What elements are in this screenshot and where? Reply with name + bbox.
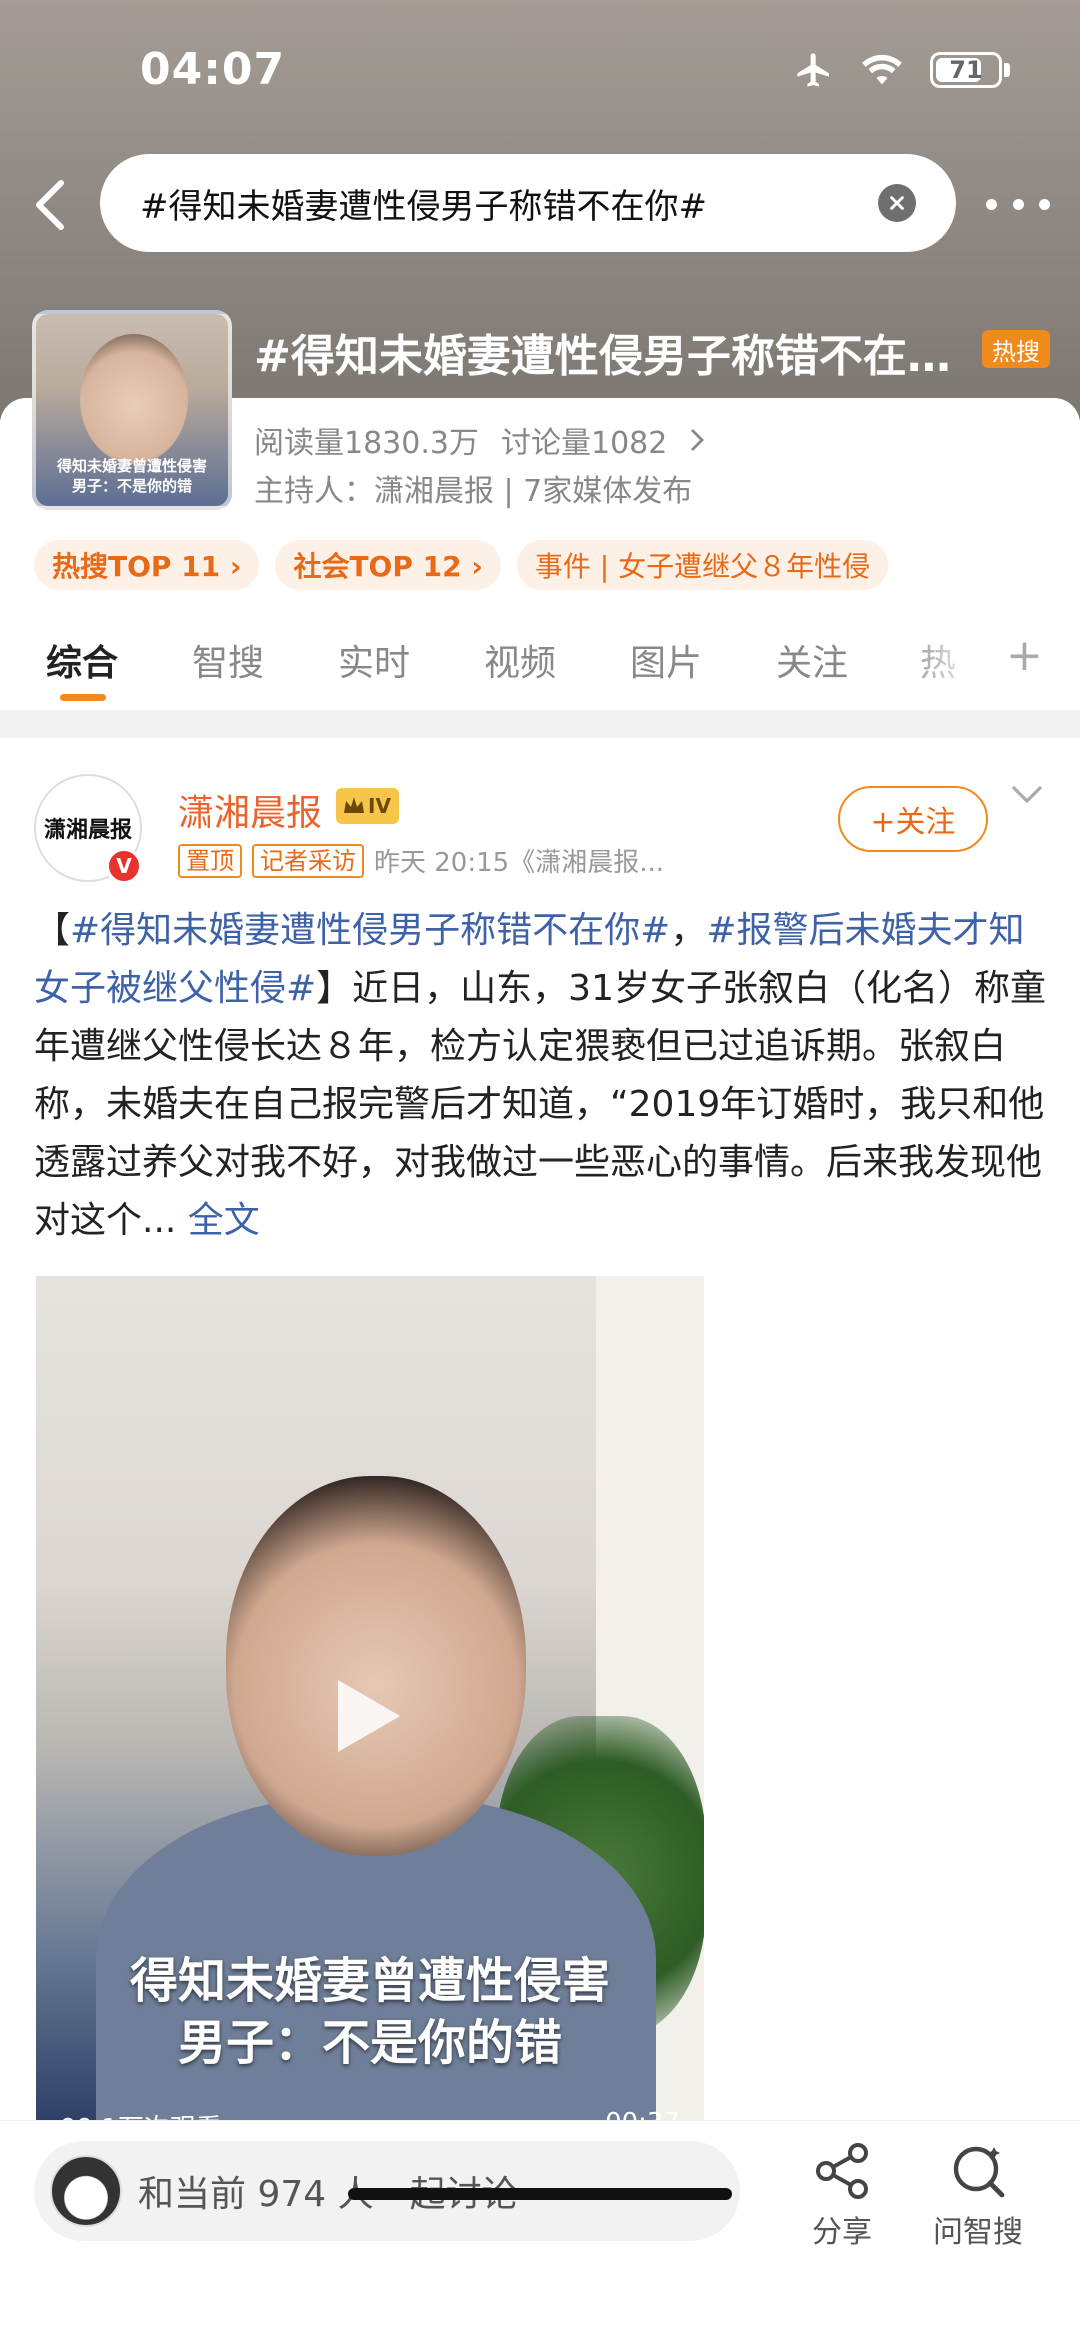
status-time: 04:07 <box>140 44 286 95</box>
chevron-right-icon <box>691 429 705 451</box>
avatar-logo-text: 潇湘晨报 <box>43 818 132 843</box>
hashtag-separator: ， <box>670 910 707 951</box>
tab-images[interactable]: 图片 <box>630 634 702 686</box>
video-caption-line2: 男子：不是你的错 <box>177 2015 562 2071</box>
home-indicator <box>348 2188 732 2200</box>
tab-comprehensive[interactable]: 综合 <box>46 634 118 686</box>
thumbnail-caption-line2: 男子：不是你的错 <box>71 477 192 495</box>
status-icons: 71 <box>794 50 1010 90</box>
tag-hot-search[interactable]: 热搜TOP 11 › <box>34 540 260 590</box>
post-body: 【#得知未婚妻遭性侵男子称错不在你#，#报警后未婚夫才知女子被继父性侵#】近日，… <box>34 902 1050 1250</box>
battery-percent: 71 <box>949 56 983 84</box>
tag-event[interactable]: 事件 | 女子遭继父８年性侵 <box>516 540 889 590</box>
hot-badge: 热搜 <box>982 330 1050 368</box>
more-options-button[interactable] <box>986 180 1050 228</box>
full-text-link[interactable]: 全文 <box>176 1200 260 1241</box>
post-meta: 置顶 记者采访 昨天 20:15《潇湘晨报... <box>178 842 664 879</box>
hashtag-link-1[interactable]: #得知未婚妻遭性侵男子称错不在你# <box>70 910 670 951</box>
author-name[interactable]: 潇湘晨报 <box>178 784 322 836</box>
share-label: 分享 <box>812 2215 872 2250</box>
tab-fade <box>900 620 980 710</box>
battery-indicator: 71 <box>930 52 1002 88</box>
bracket-open: 【 <box>34 910 71 951</box>
search-query: #得知未婚妻遭性侵男子称错不在你# <box>140 186 707 227</box>
post-time-source: 昨天 20:15《潇湘晨报... <box>374 848 664 878</box>
verified-icon: V <box>106 848 142 884</box>
status-bar: 04:07 71 <box>0 0 1080 150</box>
video-caption-line1: 得知未婚妻曾遭性侵害 <box>129 1953 610 2009</box>
video-person-face <box>226 1476 526 1856</box>
topic-stats[interactable]: 阅读量1830.3万 讨论量1082 <box>254 418 705 462</box>
clear-icon[interactable] <box>878 184 916 222</box>
pinned-badge: 置顶 <box>178 843 242 878</box>
ask-label: 问智搜 <box>933 2215 1023 2250</box>
tab-smart-search[interactable]: 智搜 <box>192 634 264 686</box>
follow-button[interactable]: +关注 <box>838 786 988 852</box>
bottom-bar: 和当前 974 人一起讨论 分享 问智搜 <box>0 2120 1080 2341</box>
topic-thumbnail[interactable]: 得知未婚妻曾遭性侵害 男子：不是你的错 <box>32 310 232 510</box>
level-badge: IV <box>336 788 399 824</box>
tag-society[interactable]: 社会TOP 12 › <box>275 540 501 590</box>
more-dot-icon <box>986 198 997 210</box>
tab-realtime[interactable]: 实时 <box>338 634 410 686</box>
topic-title: #得知未婚妻遭性侵男子称错不在你# <box>254 331 964 382</box>
tab-following[interactable]: 关注 <box>776 634 848 686</box>
wifi-icon <box>862 54 902 85</box>
level-text: IV <box>368 794 391 818</box>
chevron-down-icon <box>1011 785 1043 804</box>
thumbnail-caption-line1: 得知未婚妻曾遭性侵害 <box>56 457 207 475</box>
share-icon <box>816 2143 868 2199</box>
topic-tags: 热搜TOP 11 › 社会TOP 12 › 事件 | 女子遭继父８年性侵 <box>34 540 889 590</box>
share-button[interactable]: 分享 <box>782 2141 902 2251</box>
active-tab-indicator <box>60 694 106 701</box>
video-caption: 得知未婚妻曾遭性侵害 男子：不是你的错 <box>36 1950 704 2074</box>
tab-video[interactable]: 视频 <box>484 634 556 686</box>
thumbnail-caption: 得知未婚妻曾遭性侵害 男子：不是你的错 <box>36 456 228 496</box>
play-icon[interactable] <box>338 1680 400 1752</box>
video-player[interactable]: 得知未婚妻曾遭性侵害 男子：不是你的错 99.1万次观看 00:37 <box>36 1276 704 2136</box>
post-menu-button[interactable] <box>1010 784 1044 808</box>
back-arrow-icon <box>36 180 64 230</box>
discussion-count: 讨论量1082 <box>500 426 668 461</box>
airplane-icon <box>797 53 829 87</box>
back-button[interactable] <box>20 170 80 240</box>
tab-bar: 综合 智搜 实时 视频 图片 关注 热 + <box>0 620 1080 710</box>
user-avatar <box>50 2155 122 2227</box>
read-count: 阅读量1830.3万 <box>254 426 479 461</box>
ask-smart-search-button[interactable]: 问智搜 <box>918 2141 1038 2251</box>
reporter-badge: 记者采访 <box>252 843 364 878</box>
crown-icon <box>344 797 364 813</box>
topic-host[interactable]: 主持人：潇湘晨报 | 7家媒体发布 <box>254 466 692 510</box>
smart-search-icon <box>953 2146 1005 2198</box>
add-tab-icon[interactable]: + <box>1006 630 1043 681</box>
search-input[interactable]: #得知未婚妻遭性侵男子称错不在你# <box>100 154 956 252</box>
section-divider <box>0 710 1080 738</box>
thumbnail-face <box>80 334 188 464</box>
